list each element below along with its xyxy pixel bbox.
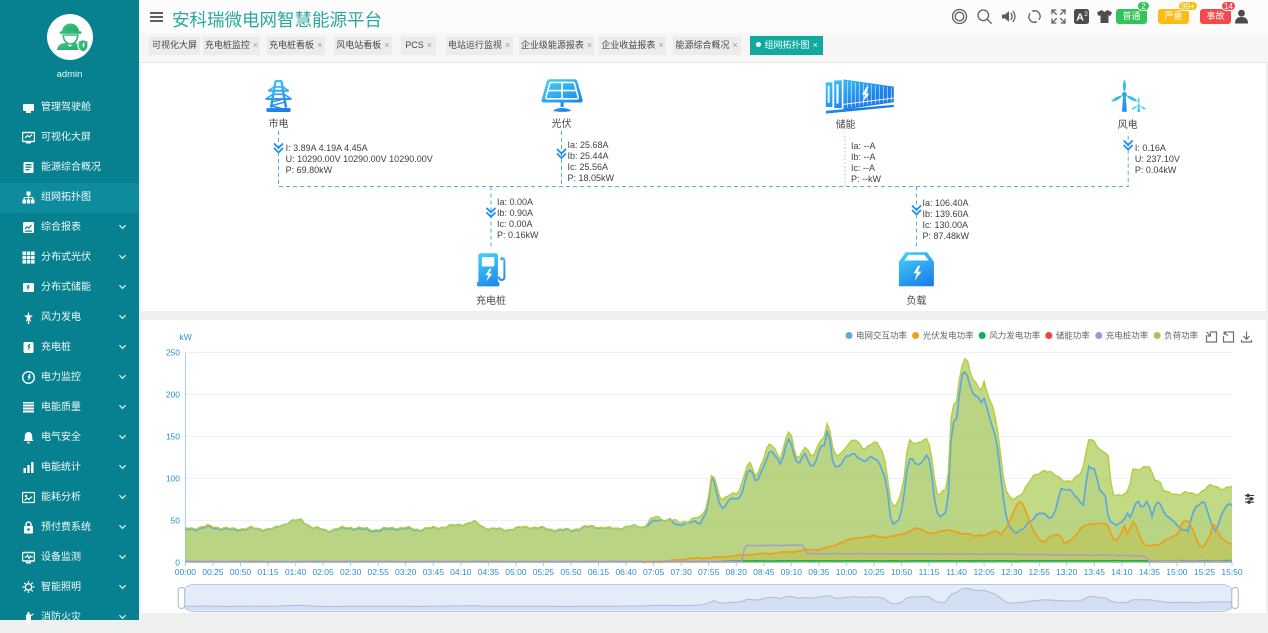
svg-text:08:20: 08:20 xyxy=(726,567,748,577)
svg-text:11:40: 11:40 xyxy=(946,567,967,577)
svg-text:06:40: 06:40 xyxy=(615,567,637,577)
svg-text:50: 50 xyxy=(171,515,181,525)
svg-text:04:10: 04:10 xyxy=(450,567,472,577)
svg-text:13:20: 13:20 xyxy=(1056,567,1078,577)
svg-text:04:35: 04:35 xyxy=(478,567,500,577)
svg-text:13:45: 13:45 xyxy=(1084,567,1106,577)
svg-text:02:55: 02:55 xyxy=(368,567,390,577)
svg-text:07:30: 07:30 xyxy=(671,567,693,577)
svg-text:06:15: 06:15 xyxy=(588,567,610,577)
svg-text:储能功率: 储能功率 xyxy=(1056,331,1091,341)
svg-text:A: A xyxy=(1076,12,1084,24)
svg-text:kW: kW xyxy=(180,332,192,342)
svg-text:电网交互功率: 电网交互功率 xyxy=(856,331,908,341)
svg-text:15:50: 15:50 xyxy=(1221,567,1243,577)
svg-text:12:30: 12:30 xyxy=(1001,567,1023,577)
svg-text:03:45: 03:45 xyxy=(423,567,445,577)
svg-text:05:25: 05:25 xyxy=(533,567,555,577)
svg-text:15:25: 15:25 xyxy=(1194,567,1216,577)
svg-text:00:25: 00:25 xyxy=(202,567,224,577)
svg-text:100: 100 xyxy=(166,473,180,483)
svg-text:14:10: 14:10 xyxy=(1111,567,1133,577)
svg-text:01:40: 01:40 xyxy=(285,567,307,577)
svg-text:03:20: 03:20 xyxy=(395,567,417,577)
svg-text:05:00: 05:00 xyxy=(505,567,527,577)
svg-text:12:55: 12:55 xyxy=(1029,567,1051,577)
svg-text:2: 2 xyxy=(1084,11,1088,18)
svg-text:05:50: 05:50 xyxy=(560,567,582,577)
svg-text:负荷功率: 负荷功率 xyxy=(1164,331,1199,341)
svg-text:07:05: 07:05 xyxy=(643,567,665,577)
svg-text:00:00: 00:00 xyxy=(175,567,197,577)
svg-text:02:30: 02:30 xyxy=(340,567,362,577)
svg-text:02:05: 02:05 xyxy=(312,567,334,577)
svg-text:11:15: 11:15 xyxy=(919,567,940,577)
svg-text:0: 0 xyxy=(175,557,180,567)
svg-text:07:55: 07:55 xyxy=(698,567,720,577)
svg-text:09:10: 09:10 xyxy=(781,567,803,577)
svg-text:10:50: 10:50 xyxy=(891,567,913,577)
svg-text:12:05: 12:05 xyxy=(973,567,995,577)
svg-text:10:00: 10:00 xyxy=(836,567,858,577)
svg-text:15:00: 15:00 xyxy=(1166,567,1188,577)
svg-text:光伏发电功率: 光伏发电功率 xyxy=(923,331,975,341)
svg-text:01:15: 01:15 xyxy=(257,567,279,577)
svg-text:09:35: 09:35 xyxy=(808,567,830,577)
svg-text:充电桩功率: 充电桩功率 xyxy=(1106,331,1149,341)
svg-text:风力发电功率: 风力发电功率 xyxy=(989,331,1041,341)
svg-text:10:25: 10:25 xyxy=(863,567,885,577)
svg-text:150: 150 xyxy=(166,431,180,441)
svg-text:14:35: 14:35 xyxy=(1139,567,1161,577)
svg-text:250: 250 xyxy=(166,347,180,357)
svg-text:08:45: 08:45 xyxy=(753,567,775,577)
svg-text:00:50: 00:50 xyxy=(230,567,252,577)
svg-text:200: 200 xyxy=(166,389,180,399)
